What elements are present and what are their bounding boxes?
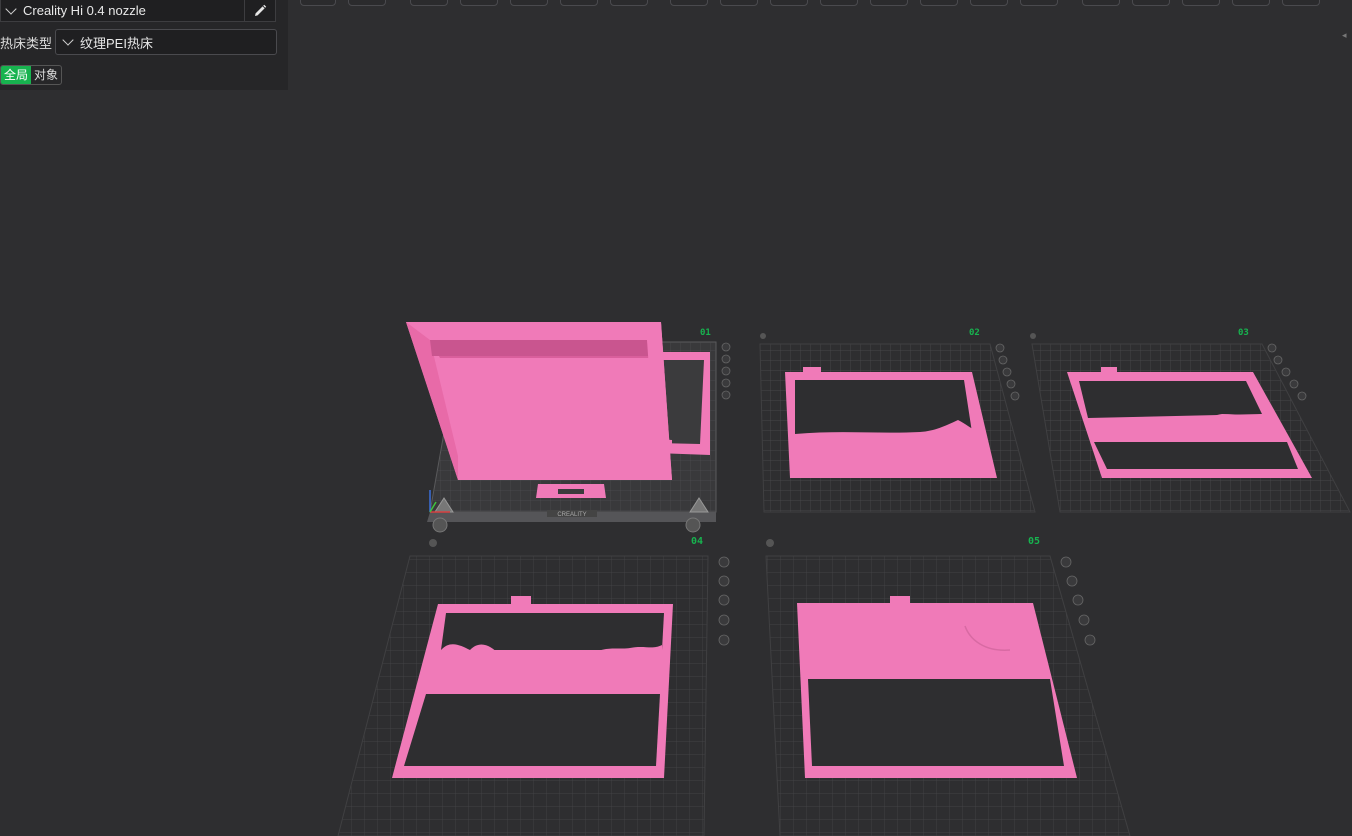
layout-icon[interactable]	[720, 0, 758, 6]
tab-global[interactable]: 全局	[1, 66, 32, 84]
text-icon[interactable]	[1020, 0, 1058, 6]
plate-02-number: 02	[969, 328, 980, 338]
seam-icon[interactable]	[920, 0, 958, 6]
rotate-icon[interactable]	[460, 0, 498, 6]
plate-04-number: 04	[691, 536, 704, 547]
chevron-down-icon	[62, 34, 74, 46]
plate-04[interactable]	[337, 539, 730, 836]
corner-marker: ◂	[1342, 30, 1347, 40]
pencil-icon	[255, 4, 267, 17]
bed-brand-label: CREALITY	[557, 512, 586, 518]
arrange-icon[interactable]	[610, 0, 648, 6]
cut-icon[interactable]	[560, 0, 598, 6]
orient-icon[interactable]	[300, 0, 336, 6]
measure-icon[interactable]	[1082, 0, 1120, 6]
mirror-icon[interactable]	[820, 0, 858, 6]
plate-05-number: 05	[1028, 536, 1041, 547]
add-icon[interactable]	[348, 0, 386, 6]
tab-object[interactable]: 对象	[31, 66, 61, 84]
place-face-icon[interactable]	[510, 0, 548, 6]
plate-05[interactable]	[765, 539, 1131, 836]
top-toolbar	[290, 0, 1352, 10]
support-icon[interactable]	[870, 0, 908, 6]
plate-01-number: 01	[700, 328, 711, 338]
bed-type-value: 纹理PEI热床	[80, 35, 153, 51]
scope-toggle: 全局 对象	[0, 65, 63, 85]
split-icon[interactable]	[670, 0, 708, 6]
left-settings-panel: Creality Hi 0.4 nozzle 热床类型 纹理PEI热床 全局 对…	[0, 0, 288, 90]
assembly-icon[interactable]	[1132, 0, 1170, 6]
move-icon[interactable]	[410, 0, 448, 6]
scale-icon[interactable]	[770, 0, 808, 6]
plate-01[interactable]: CREALITY	[406, 322, 731, 533]
printer-selector[interactable]: Creality Hi 0.4 nozzle	[0, 0, 276, 22]
bed-type-label: 热床类型	[0, 36, 53, 51]
plate-icon[interactable]	[1282, 0, 1320, 6]
plate-03[interactable]	[1030, 333, 1351, 513]
chevron-down-icon	[5, 2, 17, 15]
scene-canvas[interactable]: CREALITY	[0, 0, 1352, 836]
wireframe-icon[interactable]	[1232, 0, 1270, 6]
plate-02[interactable]	[759, 333, 1036, 513]
edit-printer-button[interactable]	[244, 0, 275, 22]
plate-03-number: 03	[1238, 328, 1249, 338]
color-icon[interactable]	[970, 0, 1008, 6]
view-icon[interactable]	[1182, 0, 1220, 6]
bed-type-select[interactable]: 纹理PEI热床	[55, 29, 277, 55]
3d-viewport[interactable]: CREALITY 01 02 03 04 05	[0, 0, 1352, 836]
printer-name: Creality Hi 0.4 nozzle	[23, 3, 146, 18]
